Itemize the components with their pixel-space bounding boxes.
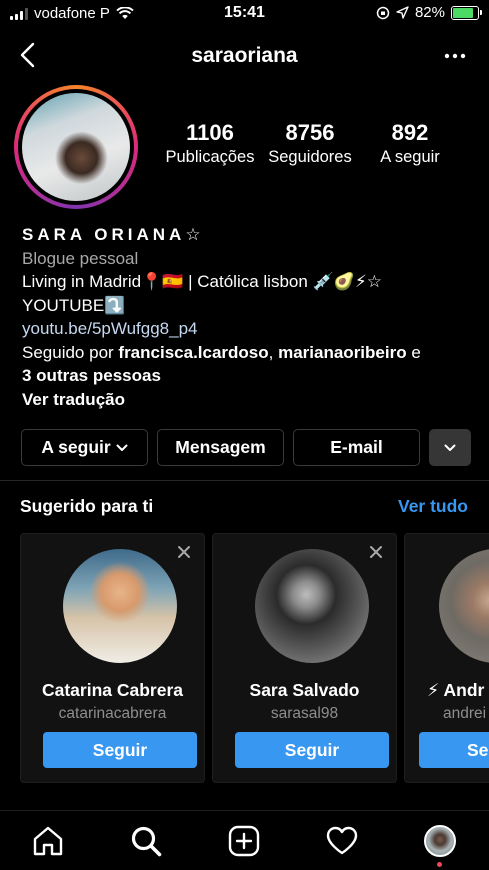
message-button[interactable]: Mensagem bbox=[157, 429, 284, 466]
followed-user-2: marianaoribeiro bbox=[278, 342, 407, 362]
plus-square-icon[interactable] bbox=[227, 824, 261, 858]
followed-by[interactable]: Seguido por francisca.lcardoso, marianao… bbox=[22, 341, 472, 365]
stat-followers-label: Seguidores bbox=[268, 148, 352, 166]
location-icon bbox=[396, 6, 409, 19]
orientation-lock-icon bbox=[376, 6, 390, 19]
suggestion-avatar[interactable] bbox=[255, 549, 369, 663]
suggested-toggle-button[interactable] bbox=[429, 429, 471, 466]
bio-line-2: YOUTUBE⤵️ bbox=[22, 295, 126, 315]
bio-line-1: Living in Madrid📍🇪🇸 | Católica lisbon 💉🥑… bbox=[22, 272, 383, 291]
follow-button[interactable]: Seguir bbox=[43, 732, 197, 768]
status-right: 82% bbox=[376, 4, 482, 21]
suggestion-avatar[interactable] bbox=[439, 549, 489, 663]
stat-following[interactable]: 892 A seguir bbox=[360, 120, 460, 167]
bio-link[interactable]: youtu.be/5pWufgg8_p4 bbox=[22, 317, 472, 341]
see-translation-link[interactable]: Ver tradução bbox=[22, 390, 125, 409]
header-username: saraoriana bbox=[191, 44, 298, 67]
follow-button[interactable]: Seguir bbox=[235, 732, 389, 768]
stat-posts[interactable]: 1106 Publicações bbox=[160, 120, 260, 167]
email-button[interactable]: E-mail bbox=[293, 429, 420, 466]
battery-icon bbox=[451, 5, 482, 20]
profile-actions: A seguir Mensagem E-mail bbox=[21, 429, 471, 466]
avatar-photo bbox=[22, 93, 130, 201]
message-button-label: Mensagem bbox=[175, 437, 266, 457]
profile-name: SARA ORIANA☆ bbox=[22, 225, 205, 244]
profile-avatar[interactable] bbox=[14, 85, 138, 209]
stat-posts-value: 1106 bbox=[186, 120, 234, 145]
more-horizontal-icon[interactable] bbox=[443, 44, 467, 68]
stat-following-label: A seguir bbox=[380, 148, 440, 166]
suggestion-card[interactable]: Sara Salvado sarasal98 Seguir bbox=[212, 533, 397, 783]
stat-followers-value: 8756 bbox=[285, 120, 335, 145]
suggestion-card[interactable]: Catarina Cabrera catarinacabrera Seguir bbox=[20, 533, 205, 783]
profile-stats: 1106 Publicações 8756 Seguidores 892 A s… bbox=[160, 120, 460, 167]
suggestion-name: Catarina Cabrera bbox=[41, 680, 184, 700]
profile-category: Blogue pessoal bbox=[22, 248, 139, 268]
avatar-border bbox=[18, 89, 134, 205]
home-icon[interactable] bbox=[31, 824, 65, 858]
heart-icon[interactable] bbox=[325, 824, 359, 858]
followed-user-1: francisca.lcardoso bbox=[118, 342, 269, 362]
stat-following-value: 892 bbox=[391, 120, 429, 145]
suggestion-name: Sara Salvado bbox=[249, 680, 360, 700]
profile-bio: SARA ORIANA☆ Blogue pessoal Living in Ma… bbox=[22, 223, 472, 411]
follow-button[interactable]: Seguir bbox=[419, 732, 489, 768]
chevron-down-icon bbox=[116, 444, 128, 451]
followed-sep: , bbox=[268, 342, 279, 362]
battery-fill bbox=[453, 7, 473, 18]
stat-posts-label: Publicações bbox=[165, 148, 255, 166]
following-button[interactable]: A seguir bbox=[21, 429, 148, 466]
profile-header: saraoriana bbox=[0, 36, 489, 76]
notification-dot bbox=[437, 862, 442, 867]
profile-avatar-icon[interactable] bbox=[424, 825, 456, 857]
stat-followers[interactable]: 8756 Seguidores bbox=[260, 120, 360, 167]
suggestion-username: catarinacabrera bbox=[58, 705, 167, 722]
suggestion-card[interactable]: ⚡ Andr andrei Seguir bbox=[404, 533, 489, 783]
see-all-link[interactable]: Ver tudo bbox=[398, 496, 468, 517]
search-icon[interactable] bbox=[129, 824, 163, 858]
section-divider bbox=[0, 480, 489, 481]
chevron-down-icon bbox=[444, 444, 456, 451]
email-button-label: E-mail bbox=[330, 437, 383, 457]
suggested-title: Sugerido para ti bbox=[20, 496, 154, 516]
followed-and: e bbox=[406, 342, 421, 362]
battery-percent: 82% bbox=[414, 4, 445, 21]
suggestion-name: ⚡ Andr bbox=[427, 680, 485, 700]
followed-prefix: Seguido por bbox=[22, 342, 119, 362]
suggestion-avatar[interactable] bbox=[63, 549, 177, 663]
following-button-label: A seguir bbox=[41, 437, 111, 457]
bottom-tab-bar bbox=[0, 811, 489, 870]
suggestion-username: andrei bbox=[443, 705, 487, 722]
close-icon[interactable] bbox=[176, 544, 192, 560]
close-icon[interactable] bbox=[368, 544, 384, 560]
status-bar: vodafone P 15:41 82% bbox=[0, 0, 489, 28]
followed-others[interactable]: 3 outras pessoas bbox=[22, 366, 161, 385]
suggestion-username: sarasal98 bbox=[270, 705, 339, 722]
